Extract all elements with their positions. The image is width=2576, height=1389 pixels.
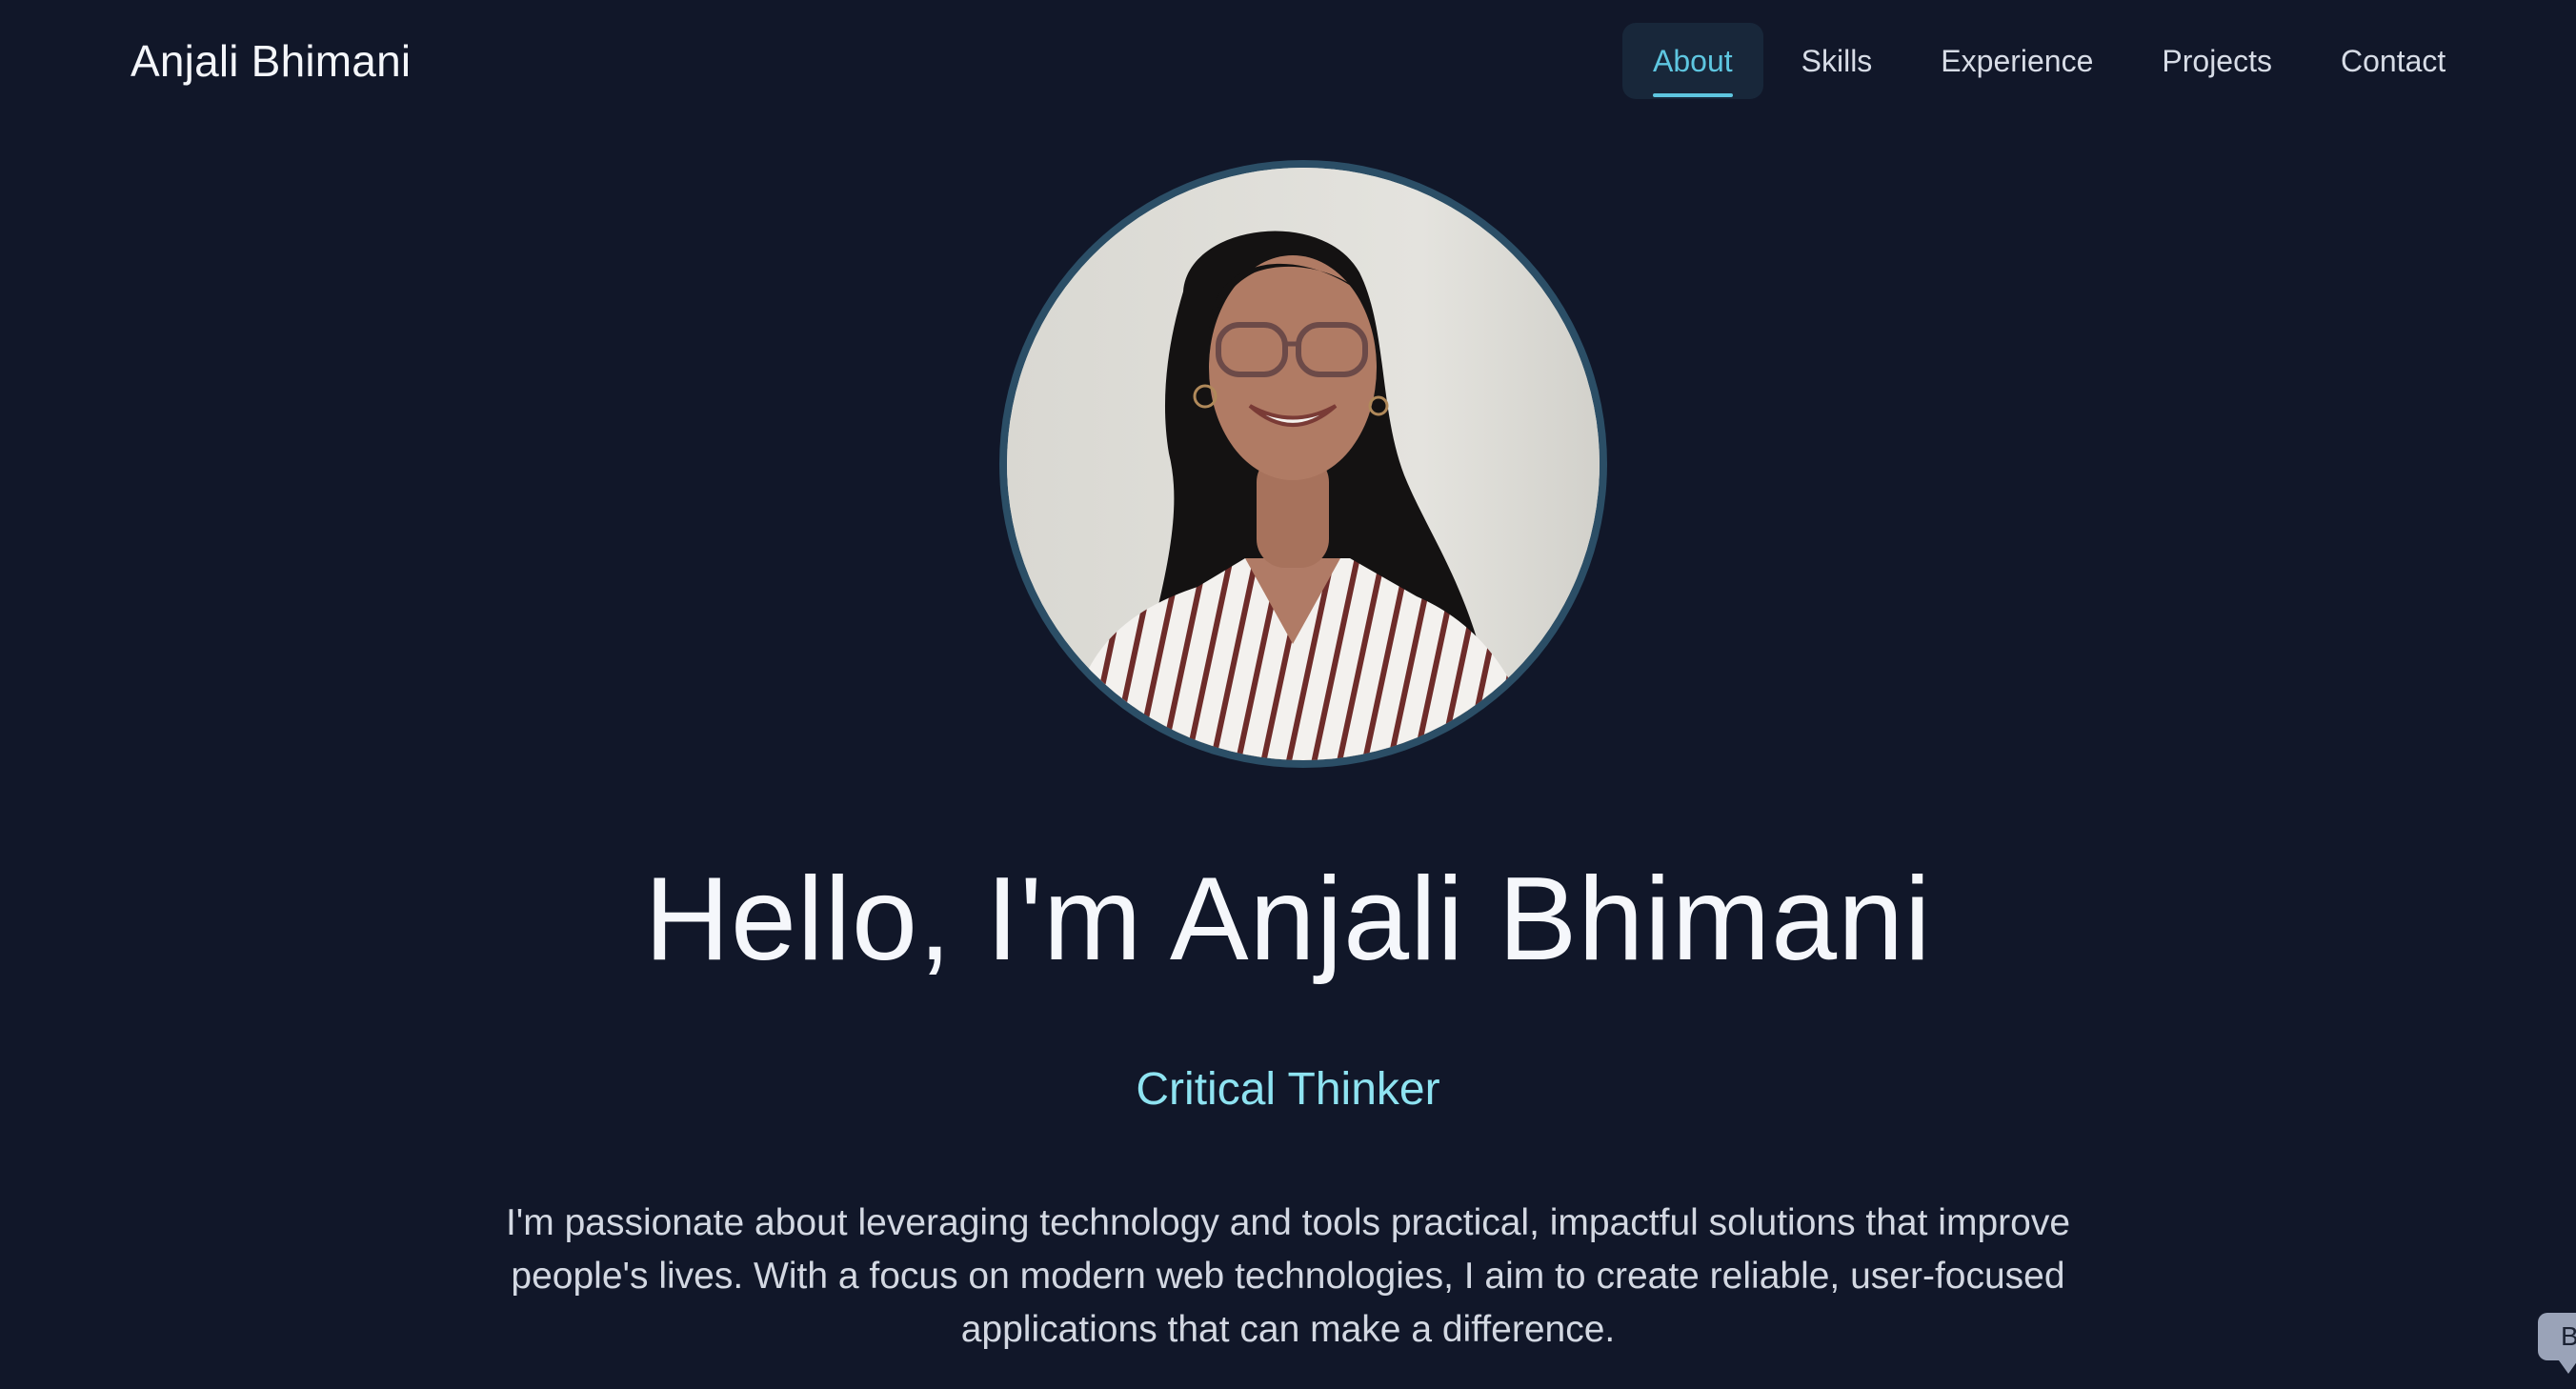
nav-item-label: Contact (2340, 43, 2446, 78)
hero-headline: Hello, I'm Anjali Bhimani (644, 854, 1932, 985)
nav-item-skills[interactable]: Skills (1771, 23, 1903, 99)
site-brand[interactable]: Anjali Bhimani (131, 32, 411, 90)
profile-photo (1007, 168, 1600, 760)
face-shape (1209, 255, 1377, 480)
nav-item-contact[interactable]: Contact (2310, 23, 2476, 99)
floating-chat-badge[interactable]: B (2538, 1313, 2576, 1374)
active-nav-indicator (1653, 93, 1733, 97)
profile-photo-illustration (1007, 168, 1600, 760)
hero-tagline: Critical Thinker (1136, 1064, 1440, 1115)
nav-item-label: About (1653, 43, 1733, 78)
nav-item-label: Skills (1801, 43, 1873, 78)
profile-photo-frame (999, 160, 1607, 768)
nav-item-label: Experience (1941, 43, 2094, 78)
floating-badge-text: B (2561, 1321, 2576, 1351)
nav-item-label: Projects (2162, 43, 2272, 78)
nav-item-about[interactable]: About (1622, 23, 1763, 99)
nav-item-projects[interactable]: Projects (2131, 23, 2303, 99)
main-nav: About Skills Experience Projects Contact (1622, 23, 2484, 99)
hero-intro: I'm passionate about leveraging technolo… (505, 1202, 2071, 1350)
nav-item-experience[interactable]: Experience (1910, 23, 2123, 99)
portfolio-page: Anjali Bhimani About Skills Experience P… (0, 0, 2576, 1389)
